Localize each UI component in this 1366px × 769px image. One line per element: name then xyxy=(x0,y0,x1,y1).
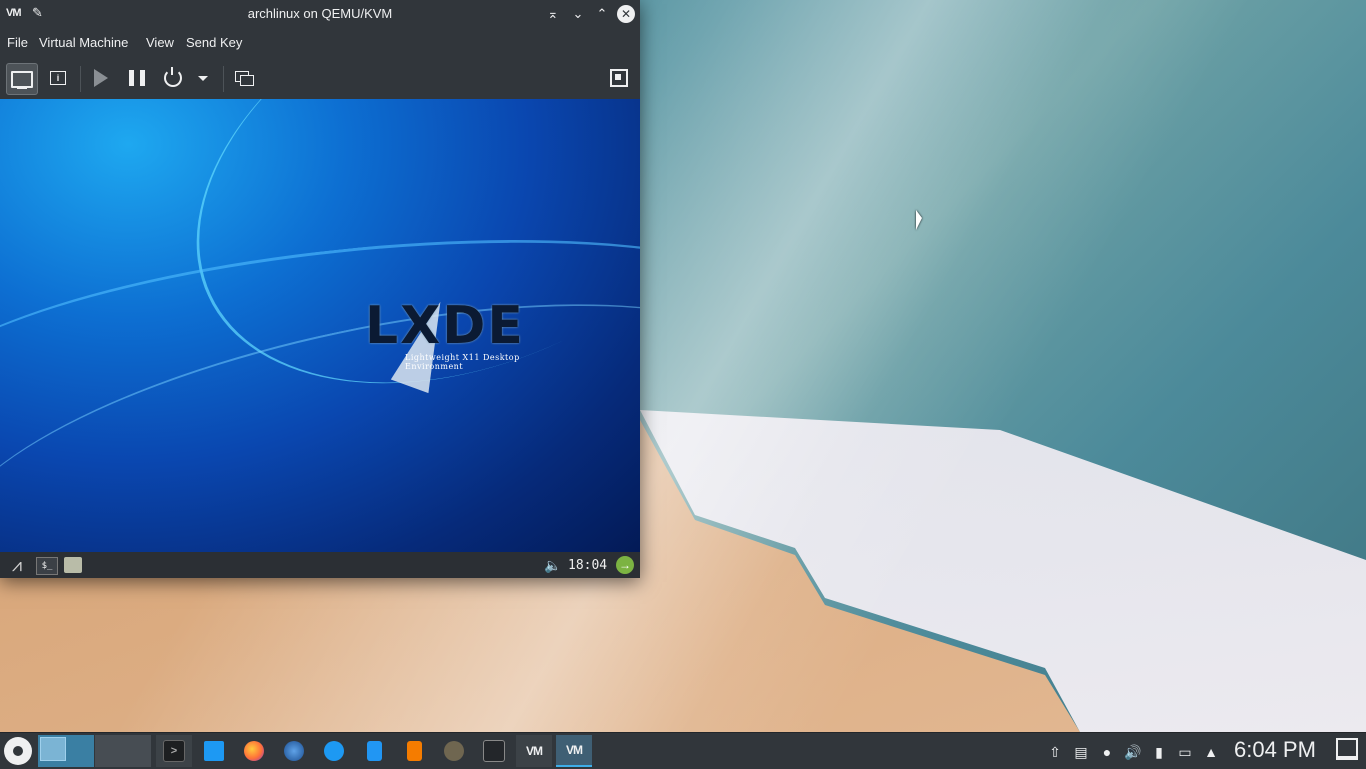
pager-desktop-2[interactable] xyxy=(95,735,151,767)
lxde-logo: LXDE Lightweight X11 Desktop Environment xyxy=(365,299,565,371)
guest-volume-icon[interactable]: 🔈 xyxy=(544,555,562,575)
menu-file[interactable]: File xyxy=(7,35,28,50)
task-writer[interactable] xyxy=(356,735,392,767)
pager-desktop-1[interactable] xyxy=(38,735,94,767)
toolbar: i xyxy=(0,58,640,98)
task-firefox[interactable] xyxy=(236,735,272,767)
maximize-button[interactable]: ⌃ xyxy=(592,4,612,24)
snapshots-button[interactable] xyxy=(229,63,259,93)
task-system-settings[interactable] xyxy=(476,735,512,767)
keep-above-button[interactable]: ⌅ xyxy=(543,4,563,24)
fullscreen-button[interactable] xyxy=(604,63,634,93)
thunderbird-icon xyxy=(284,741,304,761)
download-manager-icon xyxy=(324,741,344,761)
menu-virtual-machine[interactable]: Virtual Machine xyxy=(39,35,128,50)
virt-manager-icon: VM xyxy=(526,744,543,758)
power-icon xyxy=(164,67,182,87)
pager-window xyxy=(40,737,66,761)
pause-button[interactable] xyxy=(122,63,152,93)
snapshots-icon xyxy=(235,71,254,86)
application-launcher-icon[interactable] xyxy=(4,737,32,765)
guest-file-manager-icon[interactable] xyxy=(64,557,82,573)
guest-logout-icon[interactable]: → xyxy=(616,556,634,574)
chevron-down-icon xyxy=(198,75,208,81)
vm-window: VM ✎ archlinux on QEMU/KVM ⌅ ⌄ ⌃ ✕ File … xyxy=(0,0,640,578)
toolbar-separator xyxy=(223,66,224,92)
lxde-logo-text: LXDE xyxy=(365,296,525,356)
task-thunderbird[interactable] xyxy=(276,735,312,767)
menu-send-key[interactable]: Send Key xyxy=(186,35,242,50)
guest-clock[interactable]: 18:04 xyxy=(568,558,607,573)
lightbulb-icon[interactable]: ● xyxy=(1098,743,1116,761)
task-kget[interactable] xyxy=(316,735,352,767)
play-icon xyxy=(94,69,108,87)
presentation-icon xyxy=(406,741,422,761)
clipboard-icon[interactable]: ▤ xyxy=(1072,743,1090,761)
taskbar: > VM VM ⇧ ▤ ● 🔊 ▮ ▭ ▲ 6:04 PM xyxy=(0,732,1366,769)
folder-icon xyxy=(204,741,224,761)
monitor-icon xyxy=(11,70,33,89)
window-titlebar[interactable]: VM ✎ archlinux on QEMU/KVM ⌅ ⌄ ⌃ ✕ xyxy=(0,0,640,28)
taskbar-clock[interactable]: 6:04 PM xyxy=(1234,737,1316,763)
show-desktop-icon[interactable] xyxy=(1336,738,1358,760)
toolbar-separator xyxy=(80,66,81,92)
guest-menu-icon[interactable]: ⩘ xyxy=(4,555,30,575)
guest-display[interactable]: LXDE Lightweight X11 Desktop Environment xyxy=(0,99,640,552)
details-view-button[interactable]: i xyxy=(43,63,73,93)
info-icon: i xyxy=(50,71,66,85)
guest-terminal-icon[interactable]: $_ xyxy=(36,557,58,575)
minimize-button[interactable]: ⌄ xyxy=(568,4,588,24)
virt-manager-icon: VM xyxy=(566,743,583,757)
run-button[interactable] xyxy=(86,63,116,93)
expand-tray-icon[interactable]: ▲ xyxy=(1202,743,1220,761)
task-dolphin[interactable] xyxy=(196,735,232,767)
konsole-icon: > xyxy=(163,740,185,762)
task-virt-viewer[interactable]: VM xyxy=(556,735,592,767)
shutdown-button[interactable] xyxy=(158,63,188,93)
menu-view[interactable]: View xyxy=(146,35,174,50)
task-gimp[interactable] xyxy=(436,735,472,767)
pause-icon xyxy=(129,70,145,86)
updates-icon[interactable]: ⇧ xyxy=(1046,743,1064,761)
shutdown-menu-button[interactable] xyxy=(190,63,216,93)
network-icon[interactable]: ▭ xyxy=(1176,743,1194,761)
console-view-button[interactable] xyxy=(6,63,38,95)
lxde-logo-tagline: Lightweight X11 Desktop Environment xyxy=(405,353,520,371)
firefox-icon xyxy=(244,741,264,761)
document-icon xyxy=(366,741,382,761)
close-button[interactable]: ✕ xyxy=(617,5,635,23)
task-konsole[interactable]: > xyxy=(156,735,192,767)
settings-icon xyxy=(483,740,505,762)
guest-panel: ⩘ $_ 🔈 18:04 → xyxy=(0,552,640,578)
task-impress[interactable] xyxy=(396,735,432,767)
usb-device-icon[interactable]: ▮ xyxy=(1150,743,1168,761)
mouse-cursor-icon xyxy=(916,210,922,230)
fullscreen-icon xyxy=(610,69,628,87)
volume-icon[interactable]: 🔊 xyxy=(1124,743,1142,761)
task-virt-manager[interactable]: VM xyxy=(516,735,552,767)
gimp-icon xyxy=(444,741,464,761)
